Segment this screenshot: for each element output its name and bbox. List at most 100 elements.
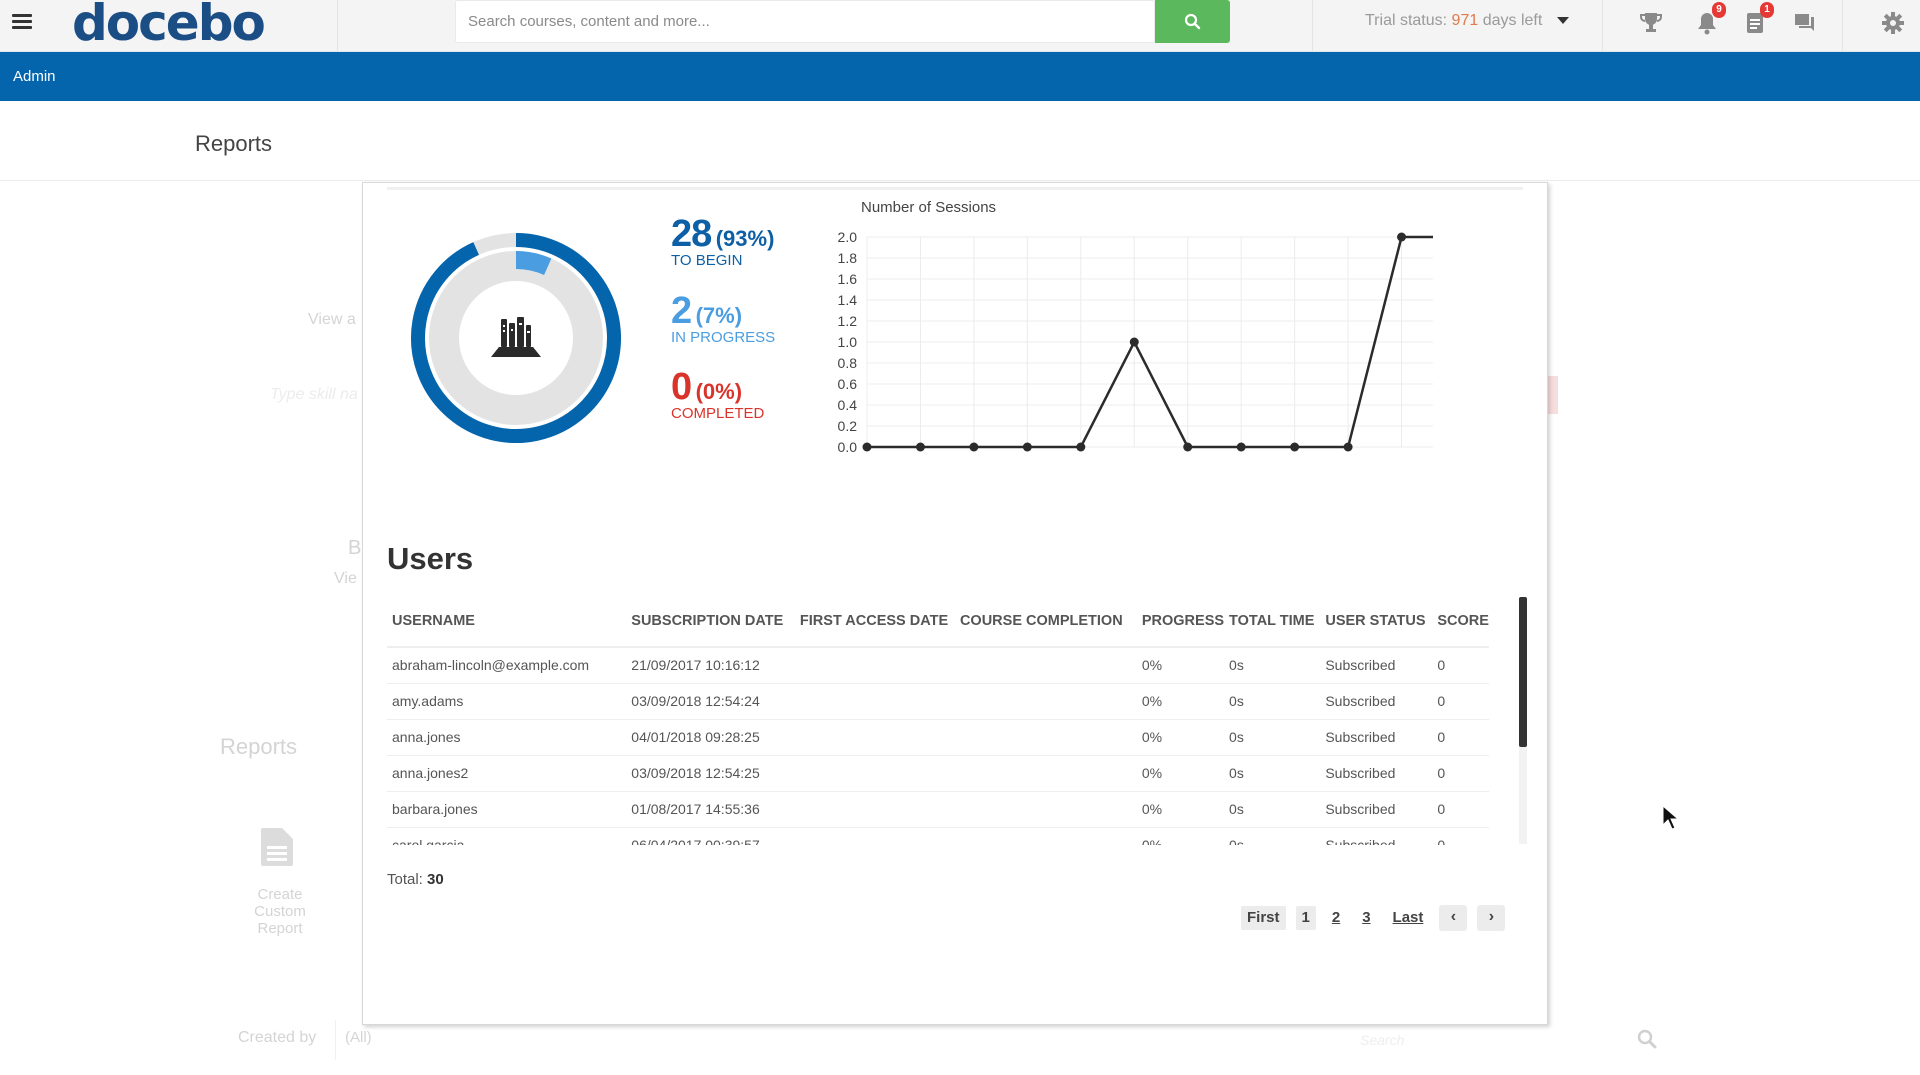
in-progress-count: 2 bbox=[671, 290, 692, 332]
column-header[interactable]: USER STATUS bbox=[1320, 595, 1433, 648]
sessions-data-point bbox=[1343, 442, 1353, 452]
menu-icon[interactable] bbox=[12, 14, 32, 30]
table-cell bbox=[954, 827, 1137, 845]
table-cell: 0s bbox=[1224, 683, 1321, 720]
y-tick-label: 0.6 bbox=[838, 376, 858, 392]
sessions-line-chart: 0.00.20.40.60.81.01.21.41.61.82.0OctNovD… bbox=[838, 229, 1433, 455]
in-progress-label: IN PROGRESS bbox=[671, 329, 776, 346]
trial-suffix: days left bbox=[1482, 12, 1543, 29]
column-header[interactable]: SCORE bbox=[1432, 595, 1489, 648]
table-cell: abraham-lincoln@example.com bbox=[387, 647, 627, 684]
column-header[interactable]: FIRST ACCESS DATE bbox=[794, 595, 955, 648]
table-cell: 0 bbox=[1432, 755, 1489, 792]
y-tick-label: 1.2 bbox=[838, 313, 858, 329]
table-row[interactable]: anna.jones 04/01/2018 09:28:25 0% 0s Subscri… bbox=[387, 719, 1489, 756]
table-row[interactable]: carol.garcia 06/04/2017 00:39:57 0% 0s Subsc… bbox=[387, 827, 1489, 845]
modal-top-divider bbox=[387, 187, 1523, 190]
completed-label: COMPLETED bbox=[671, 405, 765, 422]
column-header[interactable]: PROGRESS bbox=[1136, 595, 1225, 648]
pagination-last[interactable]: Last bbox=[1387, 906, 1430, 930]
bg-view-text-2: Vie bbox=[334, 570, 357, 587]
table-header-row: USERNAME SUBSCRIPTION DATE FIRST ACCESS DA… bbox=[387, 595, 1489, 648]
chat-icon[interactable] bbox=[1792, 10, 1818, 36]
pagination-first[interactable]: First bbox=[1241, 906, 1286, 930]
search-icon bbox=[1184, 13, 1200, 29]
table-row[interactable]: amy.adams 03/09/2018 12:54:24 0% 0s Subscrib… bbox=[387, 683, 1489, 720]
bg-create-report-icon bbox=[261, 828, 293, 866]
pagination-next-icon[interactable]: › bbox=[1477, 905, 1506, 931]
global-search-input[interactable] bbox=[456, 1, 1154, 42]
pagination-page-3[interactable]: 3 bbox=[1356, 906, 1376, 930]
table-cell: 0% bbox=[1136, 647, 1225, 684]
y-tick-label: 2.0 bbox=[838, 229, 858, 245]
y-tick-label: 1.4 bbox=[838, 292, 858, 308]
total-count: Total: 30 bbox=[387, 871, 444, 888]
tasks-document-icon[interactable]: 1 bbox=[1742, 2, 1774, 36]
table-row[interactable]: barbara.jones 01/08/2017 14:55:36 0% 0s Subs… bbox=[387, 791, 1489, 828]
table-cell: anna.jones2 bbox=[387, 755, 627, 792]
users-table-container: USERNAME SUBSCRIPTION DATE FIRST ACCESS DA… bbox=[387, 595, 1499, 845]
settings-gear-icon[interactable] bbox=[1880, 10, 1906, 36]
table-cell bbox=[954, 683, 1137, 720]
y-tick-label: 1.0 bbox=[838, 334, 858, 350]
column-header[interactable]: SUBSCRIPTION DATE bbox=[626, 595, 795, 648]
total-value: 30 bbox=[427, 871, 444, 888]
notifications-bell-icon[interactable]: 9 bbox=[1694, 2, 1726, 36]
table-cell: 06/04/2017 00:39:57 bbox=[626, 827, 795, 845]
scrollbar-thumb[interactable] bbox=[1519, 597, 1527, 747]
table-cell: 0% bbox=[1136, 719, 1225, 756]
pagination-page-2[interactable]: 2 bbox=[1326, 906, 1346, 930]
table-cell: Subscribed bbox=[1320, 719, 1433, 756]
y-tick-label: 0.8 bbox=[838, 355, 858, 371]
mouse-cursor-icon bbox=[1662, 805, 1680, 830]
column-header[interactable]: TOTAL TIME bbox=[1224, 595, 1321, 648]
docebo-logo[interactable]: docebo® bbox=[72, 0, 272, 52]
pagination-page-1[interactable]: 1 bbox=[1295, 906, 1316, 930]
table-scrollbar[interactable] bbox=[1519, 597, 1527, 844]
users-table: USERNAME SUBSCRIPTION DATE FIRST ACCESS DA… bbox=[387, 595, 1489, 845]
sessions-data-point bbox=[1290, 442, 1300, 452]
sessions-data-point bbox=[1183, 442, 1193, 452]
page-title: Reports bbox=[195, 131, 273, 156]
pagination-prev-icon[interactable]: ‹ bbox=[1439, 905, 1468, 931]
table-cell bbox=[794, 683, 955, 720]
header-divider bbox=[337, 0, 338, 52]
to-begin-percent: (93%) bbox=[715, 226, 775, 251]
tasks-badge: 1 bbox=[1760, 2, 1774, 18]
table-cell: 21/09/2017 10:16:12 bbox=[626, 647, 795, 684]
trial-status-dropdown[interactable]: Trial status: 971 days left bbox=[1365, 12, 1569, 30]
page-header: Reports bbox=[0, 101, 1920, 181]
column-header[interactable]: COURSE COMPLETION bbox=[954, 595, 1137, 648]
enrollment-donut bbox=[407, 229, 625, 447]
table-cell: 0% bbox=[1136, 827, 1225, 845]
in-progress-percent: (7%) bbox=[695, 303, 743, 328]
bg-reports-label: Reports bbox=[220, 734, 298, 759]
table-row[interactable]: abraham-lincoln@example.com 21/09/2017 10… bbox=[387, 647, 1489, 684]
table-cell: 0s bbox=[1224, 827, 1321, 845]
y-tick-label: 0.0 bbox=[838, 439, 858, 455]
bg-created-by-value: (All) bbox=[345, 1029, 372, 1046]
bg-created-by-label: Created by bbox=[238, 1029, 317, 1046]
table-cell: 0s bbox=[1224, 719, 1321, 756]
table-cell: anna.jones bbox=[387, 719, 627, 756]
table-cell: 01/08/2017 14:55:36 bbox=[626, 791, 795, 828]
table-cell: 0% bbox=[1136, 683, 1225, 720]
table-cell: 0 bbox=[1432, 719, 1489, 756]
table-cell: Subscribed bbox=[1320, 827, 1433, 845]
column-header[interactable]: USERNAME bbox=[387, 595, 627, 648]
bg-create-custom-report: Create Custom Report bbox=[254, 886, 306, 937]
table-cell: 0s bbox=[1224, 791, 1321, 828]
trophy-icon[interactable] bbox=[1638, 10, 1664, 36]
header-divider bbox=[1842, 0, 1843, 52]
table-cell: 0 bbox=[1432, 683, 1489, 720]
admin-link[interactable]: Admin bbox=[13, 68, 56, 85]
search-button[interactable] bbox=[1155, 0, 1230, 43]
table-row[interactable]: anna.jones2 03/09/2018 12:54:25 0% 0s Subscr… bbox=[387, 755, 1489, 792]
bg-search-placeholder: Search bbox=[1360, 1032, 1405, 1048]
bg-skill-placeholder: Type skill na bbox=[270, 386, 358, 403]
sessions-data-point bbox=[1397, 232, 1407, 242]
courses-library-icon bbox=[491, 317, 541, 357]
bg-search-icon bbox=[1637, 1029, 1657, 1049]
header-divider bbox=[1602, 0, 1603, 52]
table-cell bbox=[794, 791, 955, 828]
